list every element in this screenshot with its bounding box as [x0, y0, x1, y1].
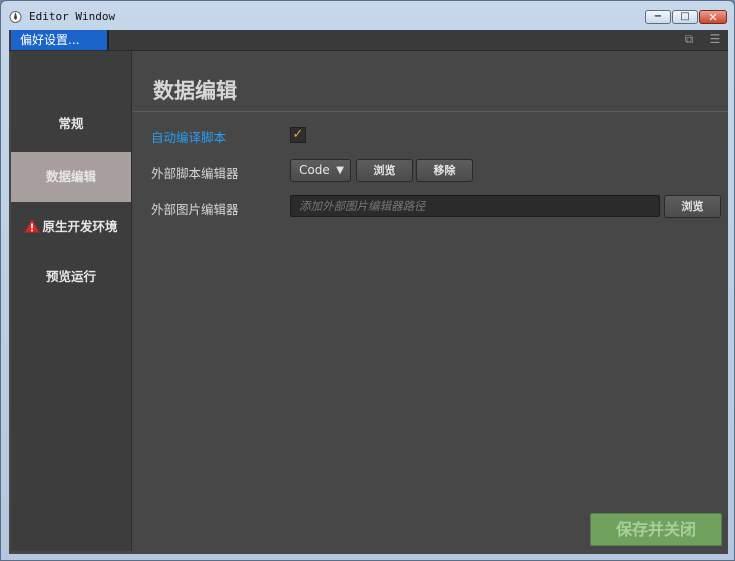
warning-icon — [24, 219, 40, 233]
main-panel: 数据编辑 自动编译脚本 ✓ 外部脚本编辑器 Code ▼ 浏览 移除 外部图片编… — [132, 51, 728, 551]
app-icon — [9, 11, 22, 23]
script-editor-label: 外部脚本编辑器 — [151, 166, 239, 181]
auto-compile-checkbox[interactable]: ✓ — [290, 127, 306, 143]
sidebar-item-label: 常规 — [58, 116, 84, 131]
sidebar-item-label: 数据编辑 — [45, 169, 96, 184]
image-editor-path-input[interactable]: 添加外部图片编辑器路径 — [290, 195, 660, 217]
menu-icon[interactable]: ☰ — [708, 32, 722, 46]
sidebar: 常规 数据编辑 原生开发环境 预览运行 — [11, 51, 132, 551]
maximize-button[interactable]: □ — [672, 10, 698, 24]
sidebar-item-general[interactable]: 常规 — [11, 99, 131, 149]
page-title: 数据编辑 — [153, 79, 237, 103]
minimize-button[interactable]: − — [645, 10, 671, 24]
sidebar-item-native-env[interactable]: 原生开发环境 — [11, 202, 131, 252]
title-divider — [132, 111, 728, 112]
close-icon: ✕ — [708, 10, 718, 24]
tab-preferences[interactable]: 偏好设置... — [11, 30, 107, 50]
tab-divider — [107, 30, 109, 50]
save-and-close-button[interactable]: 保存并关闭 — [590, 513, 722, 546]
client-area: 偏好设置... ⧉ ☰ 常规 数据编辑 原生开发环境 预览运行 数据编辑 自动编… — [9, 30, 728, 554]
checkmark-icon: ✓ — [292, 127, 304, 142]
image-editor-label: 外部图片编辑器 — [151, 202, 239, 217]
minimize-icon: − — [653, 11, 663, 22]
image-browse-button[interactable]: 浏览 — [664, 195, 721, 218]
tab-bar-icons: ⧉ ☰ — [682, 32, 722, 46]
auto-compile-label: 自动编译脚本 — [151, 130, 227, 145]
tab-bar: 偏好设置... ⧉ ☰ — [9, 30, 728, 51]
editor-window: Editor Window − □ ✕ 偏好设置... ⧉ ☰ 常规 数据编辑 — [0, 0, 735, 561]
maximize-icon: □ — [680, 11, 690, 22]
sidebar-item-preview-run[interactable]: 预览运行 — [11, 252, 131, 302]
script-browse-button[interactable]: 浏览 — [356, 159, 413, 182]
sidebar-item-label: 预览运行 — [45, 269, 96, 284]
close-button[interactable]: ✕ — [699, 10, 727, 24]
sidebar-item-data-edit[interactable]: 数据编辑 — [11, 152, 131, 202]
dropdown-value: Code — [299, 163, 330, 177]
dropdown-arrow-icon: ▼ — [336, 165, 344, 176]
script-remove-button[interactable]: 移除 — [416, 159, 473, 182]
window-title: Editor Window — [29, 10, 116, 23]
script-editor-dropdown[interactable]: Code ▼ — [290, 159, 351, 182]
sidebar-item-label: 原生开发环境 — [42, 219, 118, 234]
popout-icon[interactable]: ⧉ — [682, 32, 696, 46]
title-bar[interactable]: Editor Window − □ ✕ — [1, 1, 734, 31]
